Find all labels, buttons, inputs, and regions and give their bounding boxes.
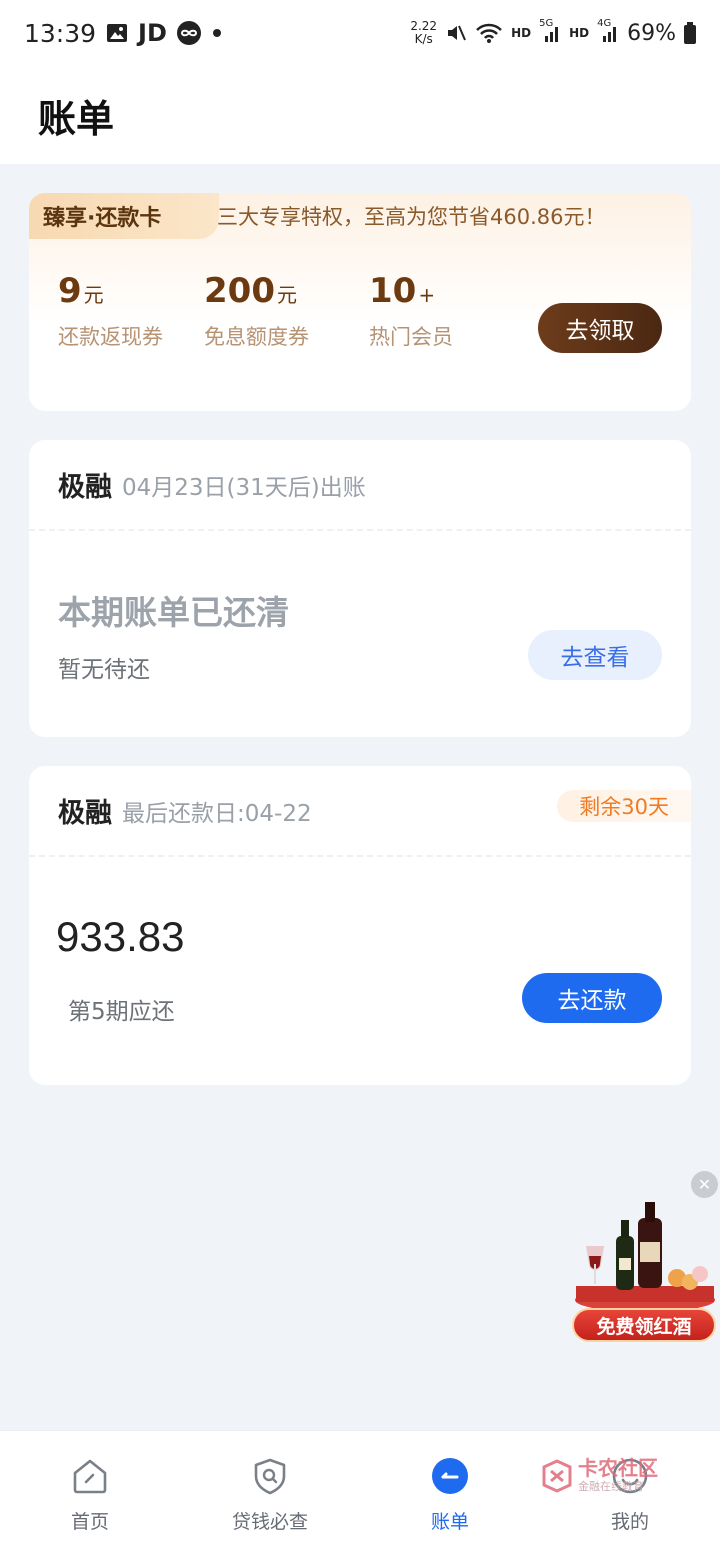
- bill-status-title: 本期账单已还清: [58, 593, 289, 632]
- perk-interest-free: 200 元 免息额度券: [204, 271, 309, 349]
- bill-status-sub: 暂无待还: [58, 657, 150, 683]
- signal-icon-2: 4G: [597, 18, 619, 44]
- nav-bill[interactable]: 账单: [360, 1431, 540, 1544]
- view-bill-button[interactable]: 去查看: [528, 630, 662, 680]
- promo-description: 三大专享特权，至高为您节省460.86元！: [217, 205, 606, 229]
- wine-bottles-icon: [575, 1202, 715, 1312]
- bill-card-due[interactable]: 极融 最后还款日:04-22 剩余30天 933.83 第5期应还 去还款: [29, 766, 691, 1085]
- watermark-title: 卡农社区: [578, 1456, 658, 1480]
- hd-indicator: HD: [511, 26, 532, 40]
- promo-tag: 臻享·还款卡: [29, 193, 219, 239]
- claim-button[interactable]: 去领取: [538, 303, 662, 353]
- watermark-icon: [542, 1459, 572, 1493]
- page-header: 账单: [0, 66, 720, 164]
- statement-date: 04月23日(31天后)出账: [122, 474, 366, 501]
- shield-search-icon: [251, 1457, 289, 1495]
- free-wine-label: 免费领红酒: [572, 1308, 716, 1342]
- gallery-icon: [106, 23, 128, 43]
- repay-button[interactable]: 去还款: [522, 973, 662, 1023]
- due-date: 最后还款日:04-22: [122, 800, 312, 827]
- repayment-card-promo[interactable]: 臻享·还款卡 三大专享特权，至高为您节省460.86元！ 9元 还款返现券 20…: [29, 193, 691, 411]
- nav-loan-check[interactable]: 贷钱必查: [180, 1431, 360, 1544]
- wifi-icon: [475, 22, 503, 44]
- perk-cashback: 9元 还款返现券: [58, 271, 163, 349]
- signal-icon: 5G: [539, 18, 561, 44]
- bill-icon: [431, 1457, 469, 1495]
- bill-header: 极融 04月23日(31天后)出账: [29, 440, 691, 531]
- watermark-sub: 金融在线教育: [578, 1480, 644, 1493]
- status-bar: 13:39 JD 2.22 K/s HD 5G HD 4G 69%: [0, 0, 720, 66]
- network-speed: 2.22 K/s: [410, 19, 438, 46]
- home-icon: [71, 1457, 109, 1495]
- lender-name: 极融: [58, 472, 112, 503]
- jd-app-indicator: JD: [138, 19, 167, 47]
- perk-membership: 10 + 热门会员: [369, 271, 453, 349]
- notification-dot-icon: [211, 27, 223, 39]
- infinity-icon: [176, 21, 201, 45]
- hd-indicator-2: HD: [569, 26, 590, 40]
- watermark-logo: 卡农社区 金融在线教育: [540, 1456, 670, 1496]
- battery-percent: 69%: [627, 20, 676, 46]
- battery-icon: [684, 22, 696, 44]
- page-title: 账单: [38, 96, 115, 141]
- lender-name: 极融: [58, 798, 112, 829]
- period-label: 第5期应还: [68, 999, 175, 1025]
- close-float-icon[interactable]: ✕: [691, 1171, 718, 1198]
- amount-due: 933.83: [56, 913, 185, 960]
- nav-home[interactable]: 首页: [0, 1431, 180, 1544]
- mute-icon: [445, 22, 467, 44]
- free-wine-promo[interactable]: 免费领红酒: [572, 1200, 718, 1348]
- status-time: 13:39: [24, 18, 97, 48]
- bill-card-upcoming[interactable]: 极融 04月23日(31天后)出账 本期账单已还清 暂无待还 去查看: [29, 440, 691, 737]
- days-remaining-badge: 剩余30天: [557, 790, 691, 822]
